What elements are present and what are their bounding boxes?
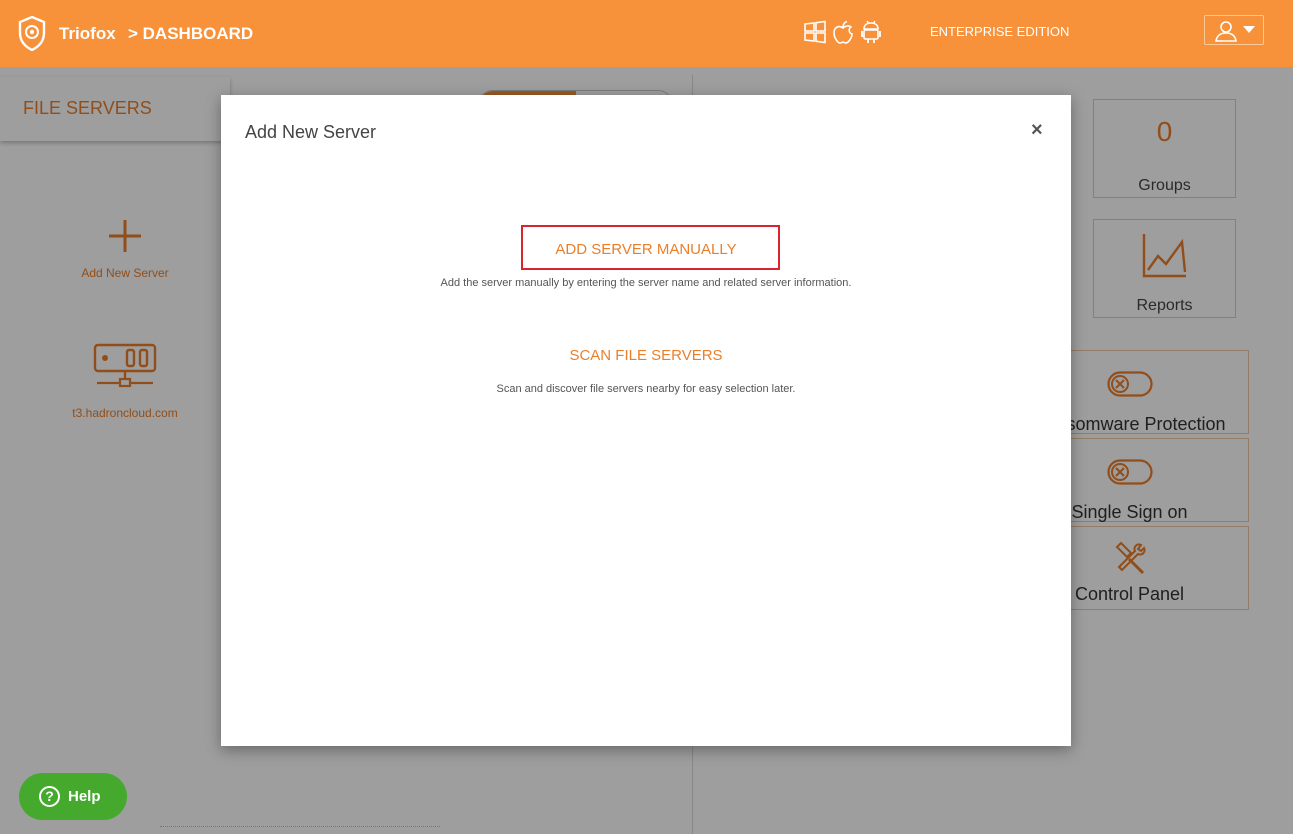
edition-label: ENTERPRISE EDITION <box>930 24 1070 39</box>
scan-file-servers-description: Scan and discover file servers nearby fo… <box>496 383 796 395</box>
user-menu-button[interactable] <box>1204 15 1264 45</box>
dialog-title: Add New Server <box>245 122 377 142</box>
top-header: Triofox > DASHBOARD ENTERPRISE EDITION <box>0 0 1293 67</box>
help-label: Help <box>68 788 101 805</box>
close-icon[interactable]: × <box>1031 119 1043 142</box>
breadcrumb: > DASHBOARD <box>128 24 254 43</box>
windows-icon[interactable] <box>804 20 826 44</box>
add-new-server-dialog: Add New Server × ADD SERVER MANUALLY Add… <box>221 95 1071 746</box>
user-icon <box>1215 21 1237 42</box>
chevron-down-icon <box>1243 26 1255 33</box>
add-server-manually-button[interactable]: ADD SERVER MANUALLY <box>221 241 1071 258</box>
add-server-manually-description: Add the server manually by entering the … <box>440 277 852 289</box>
help-button[interactable]: ? Help <box>19 773 127 820</box>
question-icon: ? <box>39 786 60 807</box>
apple-icon[interactable] <box>832 20 854 44</box>
scan-file-servers-button[interactable]: SCAN FILE SERVERS <box>221 347 1071 364</box>
brand-name[interactable]: Triofox <box>59 24 116 44</box>
triofox-logo-icon <box>18 15 46 51</box>
android-icon[interactable] <box>860 20 882 44</box>
